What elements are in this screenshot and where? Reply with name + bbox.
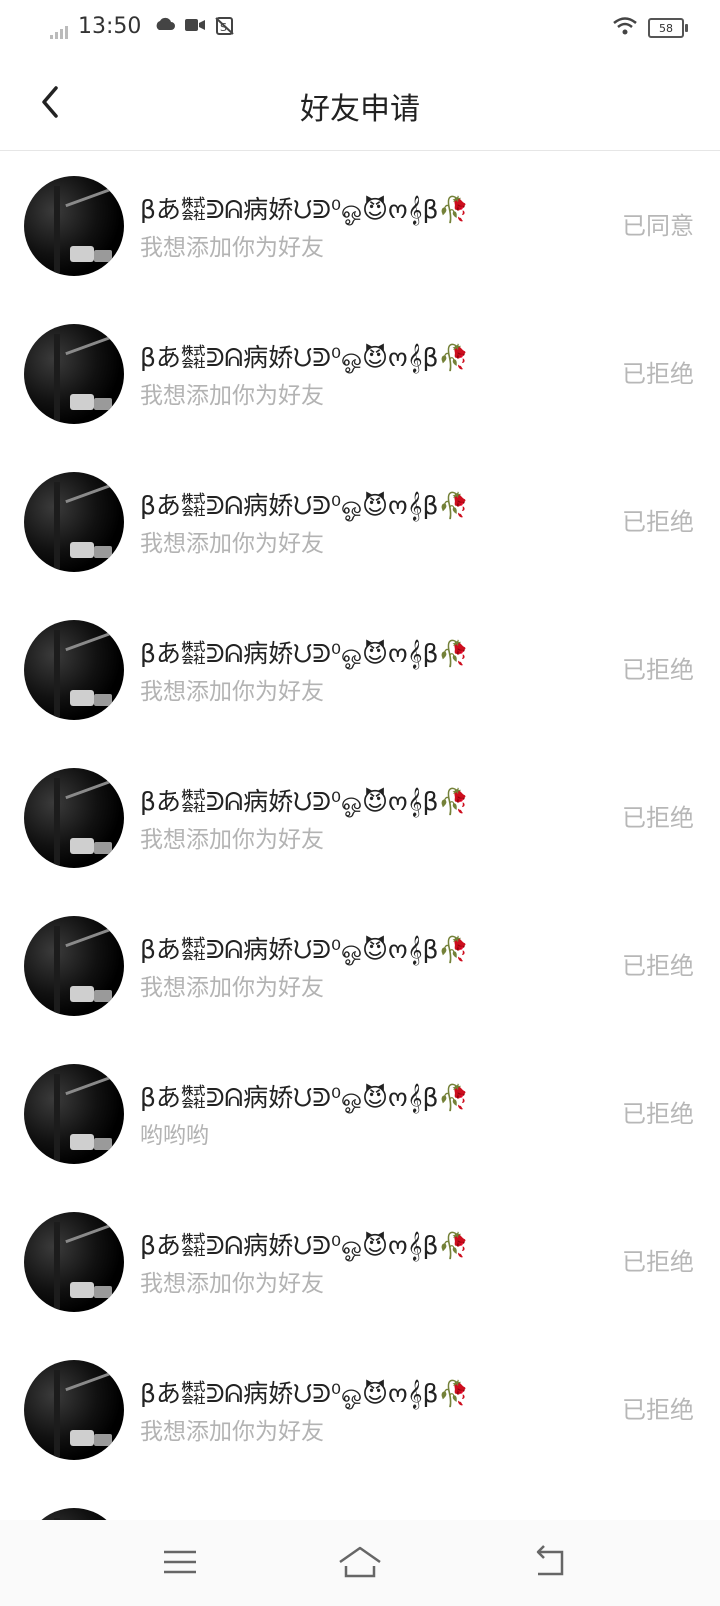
request-row[interactable]: βあ㍿ᕲᕱ病娇ᙀᕲ⁰ஓ😈ო𝄞β🥀 我想添加你为好友 已拒绝 <box>0 594 720 742</box>
sim-icon: S <box>214 16 236 40</box>
avatar[interactable] <box>24 1212 124 1312</box>
requester-name: βあ㍿ᕲᕱ病娇ᙀᕲ⁰ஓ😈ო𝄞β🥀 <box>140 1083 470 1112</box>
requester-name: βあ㍿ᕲᕱ病娇ᙀᕲ⁰ஓ😈ო𝄞β🥀 <box>140 491 470 520</box>
avatar[interactable] <box>24 324 124 424</box>
request-status: 已拒绝 <box>622 1248 694 1276</box>
status-bar: 13:50 S 58 <box>0 0 720 58</box>
request-status: 已拒绝 <box>622 804 694 832</box>
back-icon <box>526 1545 574 1586</box>
request-message: 我想添加你为好友 <box>140 679 324 705</box>
request-row[interactable]: βあ㍿ᕲᕱ病娇ᙀᕲ⁰ஓ😈ო𝄞β🥀 我想添加你为好友 已拒绝 <box>0 1334 720 1482</box>
status-time: 13:50 <box>78 14 142 39</box>
requester-name: βあ㍿ᕲᕱ病娇ᙀᕲ⁰ஓ😈ო𝄞β🥀 <box>140 787 470 816</box>
request-status: 已拒绝 <box>622 508 694 536</box>
menu-button[interactable] <box>156 1542 204 1582</box>
cloud-icon <box>154 16 176 40</box>
request-message: 我想添加你为好友 <box>140 383 324 409</box>
avatar[interactable] <box>24 1508 124 1520</box>
requester-name: βあ㍿ᕲᕱ病娇ᙀᕲ⁰ஓ😈ო𝄞β🥀 <box>140 639 470 668</box>
status-right: 58 <box>612 16 688 40</box>
page-title: 好友申请 <box>300 92 420 127</box>
request-row[interactable]: βあ㍿ᕲᕱ病娇ᙀᕲ⁰ஓ😈ო𝄞β🥀 我想添加你为好友 已拒绝 <box>0 742 720 890</box>
request-message: 我想添加你为好友 <box>140 1419 324 1445</box>
back-nav-button[interactable] <box>526 1542 574 1582</box>
request-row[interactable]: βあ㍿ᕲᕱ病娇ᙀᕲ⁰ஓ😈ო𝄞β🥀 我想添加你为好友 已拒绝 <box>0 1186 720 1334</box>
request-row[interactable]: βあ㍿ᕲᕱ病娇ᙀᕲ⁰ஓ😈ო𝄞β🥀 我想添加你为好友 已拒绝 <box>0 298 720 446</box>
battery-level: 58 <box>659 21 673 35</box>
signal-icon <box>50 24 72 43</box>
requester-name: βあ㍿ᕲᕱ病娇ᙀᕲ⁰ஓ😈ო𝄞β🥀 <box>140 935 470 964</box>
requester-name: βあ㍿ᕲᕱ病娇ᙀᕲ⁰ஓ😈ო𝄞β🥀 <box>140 1231 470 1260</box>
request-message: 哟哟哟 <box>140 1123 209 1149</box>
status-icons: S <box>154 16 236 40</box>
home-icon <box>336 1546 384 1586</box>
header: 好友申请 <box>0 58 720 151</box>
request-row[interactable]: βあ㍿ᕲᕱ病娇ᙀᕲ⁰ஓ😈ო𝄞β🥀 我想添加你为好友 已同意 <box>0 150 720 298</box>
battery-icon: 58 <box>648 18 688 38</box>
avatar[interactable] <box>24 768 124 868</box>
request-row[interactable]: βあ㍿ᕲᕱ病娇ᙀᕲ⁰ஓ😈ო𝄞β🥀 我想添加你为好友 已拒绝 <box>0 446 720 594</box>
requester-name: βあ㍿ᕲᕱ病娇ᙀᕲ⁰ஓ😈ო𝄞β🥀 <box>140 343 470 372</box>
request-status: 已拒绝 <box>622 360 694 388</box>
avatar[interactable] <box>24 916 124 1016</box>
request-row[interactable]: βあ㍿ᕲᕱ病娇ᙀᕲ⁰ஓ😈ო𝄞β🥀 哟哟哟 已拒绝 <box>0 1038 720 1186</box>
menu-icon <box>156 1550 204 1586</box>
request-message: 我想添加你为好友 <box>140 235 324 261</box>
request-status: 已同意 <box>622 212 694 240</box>
avatar[interactable] <box>24 620 124 720</box>
request-message: 我想添加你为好友 <box>140 1271 324 1297</box>
request-message: 我想添加你为好友 <box>140 827 324 853</box>
requester-name: βあ㍿ᕲᕱ病娇ᙀᕲ⁰ஓ😈ო𝄞β🥀 <box>140 1379 470 1408</box>
system-nav-bar <box>0 1520 720 1606</box>
video-icon <box>184 16 206 40</box>
avatar[interactable] <box>24 176 124 276</box>
request-status: 已拒绝 <box>622 1100 694 1128</box>
home-button[interactable] <box>336 1542 384 1582</box>
wifi-icon <box>612 16 638 40</box>
requester-name: βあ㍿ᕲᕱ病娇ᙀᕲ⁰ஓ😈ო𝄞β🥀 <box>140 195 470 224</box>
request-message: 我想添加你为好友 <box>140 975 324 1001</box>
request-row[interactable]: βあ㍿ᕲᕱ病娇ᙀᕲ⁰ஓ😈ო𝄞β🥀 我想添加你为好友 已拒绝 <box>0 890 720 1038</box>
avatar[interactable] <box>24 472 124 572</box>
request-status: 已拒绝 <box>622 1396 694 1424</box>
request-status: 已拒绝 <box>622 952 694 980</box>
request-message: 我想添加你为好友 <box>140 531 324 557</box>
avatar[interactable] <box>24 1360 124 1460</box>
avatar[interactable] <box>24 1064 124 1164</box>
request-row[interactable] <box>0 1482 720 1520</box>
friend-request-list[interactable]: βあ㍿ᕲᕱ病娇ᙀᕲ⁰ஓ😈ო𝄞β🥀 我想添加你为好友 已同意 βあ㍿ᕲᕱ病娇ᙀᕲ⁰… <box>0 150 720 1520</box>
request-status: 已拒绝 <box>622 656 694 684</box>
